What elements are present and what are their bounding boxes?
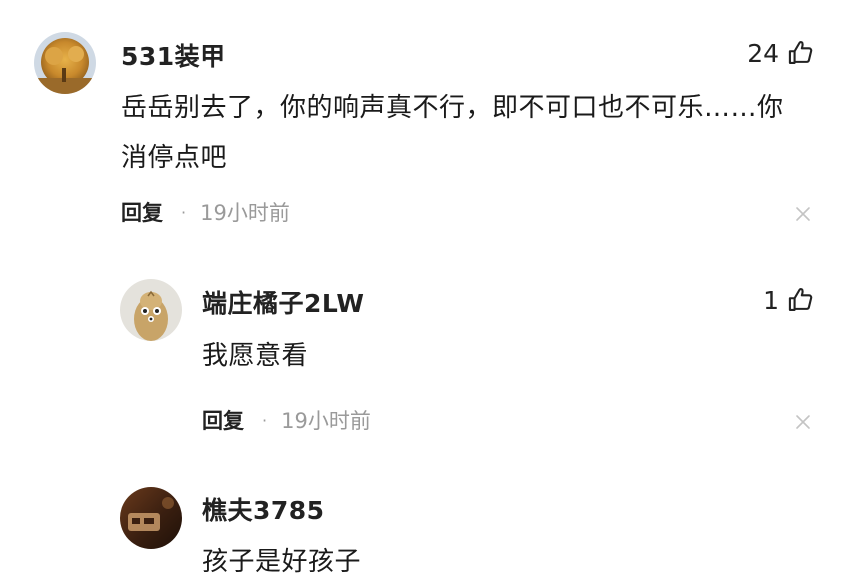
meta-separator: · (262, 410, 268, 430)
reply-button[interactable]: 回复 (121, 197, 163, 227)
like-count: 24 (747, 38, 779, 68)
like-button[interactable]: 1 (763, 284, 815, 316)
like-count: 1 (763, 285, 779, 315)
avatar[interactable] (120, 279, 182, 341)
comment-line: 我愿意看 (202, 341, 309, 371)
timestamp: 19小时前 (281, 409, 371, 433)
thumbs-up-icon (788, 41, 813, 64)
comment-text: 岳岳别去了，你的响声真不行，即不可口也不可乐……你 消停点吧 (121, 83, 821, 183)
close-icon[interactable] (795, 414, 811, 430)
like-button[interactable]: 24 (747, 37, 815, 69)
username[interactable]: 531装甲 (121, 37, 226, 73)
comment-line: 消停点吧 (121, 143, 228, 173)
username[interactable]: 樵夫3785 (202, 491, 325, 527)
avatar[interactable] (120, 487, 182, 549)
reply-button[interactable]: 回复 (202, 405, 244, 435)
close-icon[interactable] (795, 206, 811, 222)
comment-meta: 回复 · 19小时前 (121, 197, 290, 227)
comment-text: 我愿意看 (202, 331, 802, 381)
comment-line: 孩子是好孩子 (202, 547, 362, 577)
username[interactable]: 端庄橘子2LW (202, 284, 364, 320)
timestamp: 19小时前 (200, 201, 290, 225)
thumbs-up-icon (788, 288, 813, 311)
comment-line: 岳岳别去了，你的响声真不行，即不可口也不可乐……你 (121, 93, 784, 123)
avatar[interactable] (34, 32, 96, 94)
comment-meta: 回复 · 19小时前 (202, 405, 371, 435)
comment-text: 孩子是好孩子 (202, 537, 802, 584)
comment-thread: 531装甲 24 岳岳别去了，你的响声真不行，即不可口也不可乐……你 消停点吧 … (0, 0, 846, 584)
meta-separator: · (181, 202, 187, 222)
